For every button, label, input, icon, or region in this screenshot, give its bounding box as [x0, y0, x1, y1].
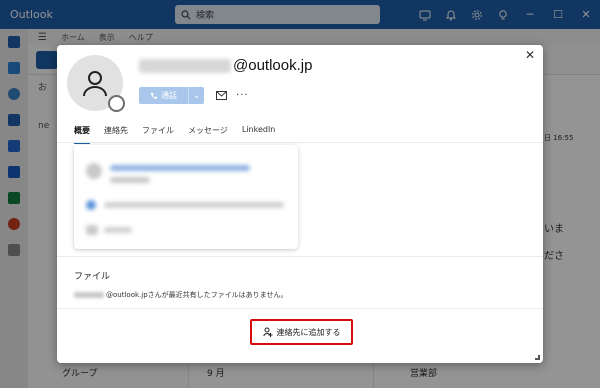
files-message-text: さんが最近共有したファイルはありません。: [147, 291, 288, 299]
redacted-icon: [86, 163, 102, 179]
redacted-text: [104, 202, 284, 208]
tabs-divider: [57, 142, 543, 143]
redacted-username: [74, 292, 104, 298]
more-options-icon[interactable]: ···: [236, 90, 249, 101]
resize-handle[interactable]: [535, 355, 540, 360]
redacted-icon: [86, 200, 96, 210]
files-section-title: ファイル: [74, 272, 111, 282]
redacted-icon: [86, 225, 98, 235]
files-empty-message: @outlook.jp さんが最近共有したファイルはありません。: [74, 290, 287, 300]
mail-icon[interactable]: [214, 89, 228, 103]
add-contact-icon: [262, 327, 272, 337]
person-icon: [83, 71, 107, 97]
close-icon[interactable]: ✕: [523, 48, 537, 62]
contact-card-dialog: ✕ @outlook.jp 通話 ⌄ ··· 概要 連絡先 ファイル メッセージ…: [57, 45, 543, 363]
highlight-box: 連絡先に追加する: [250, 319, 353, 345]
contact-info-card: [74, 145, 298, 249]
call-label: 通話: [161, 91, 177, 100]
files-email-domain: @outlook.jp: [106, 291, 148, 299]
section-divider: [57, 256, 543, 257]
add-to-contacts-button[interactable]: 連絡先に追加する: [262, 327, 341, 338]
redacted-text: [104, 227, 132, 233]
add-to-contacts-label: 連絡先に追加する: [276, 327, 341, 337]
email-domain: @outlook.jp: [233, 57, 313, 74]
redacted-text: [110, 177, 150, 183]
call-button[interactable]: 通話: [139, 87, 188, 104]
redacted-username: [139, 58, 231, 73]
contact-email: @outlook.jp: [139, 57, 312, 74]
chevron-down-icon[interactable]: ⌄: [188, 87, 204, 104]
redacted-text: [110, 165, 250, 171]
presence-status-icon: [108, 95, 125, 112]
section-divider: [57, 308, 543, 309]
contact-actions: 通話 ⌄ ···: [139, 87, 249, 104]
phone-icon: [151, 92, 157, 99]
